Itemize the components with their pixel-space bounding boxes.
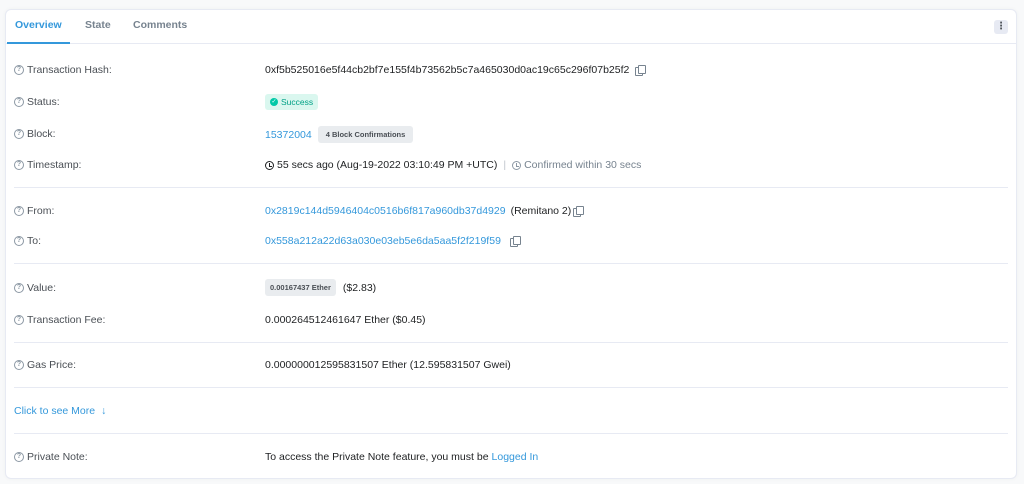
divider [14,342,1008,343]
gas-price-value: 0.000000012595831507 Ether (12.595831507… [265,359,511,371]
tab-state[interactable]: State [85,19,111,31]
transaction-details-card: Overview State Comments ⋮ ? Transaction … [5,9,1017,479]
divider [14,187,1008,188]
help-icon[interactable]: ? [14,129,24,139]
confirmed-within-text: Confirmed within 30 secs [524,159,642,171]
tab-overview[interactable]: Overview [15,19,62,31]
help-icon[interactable]: ? [14,160,24,170]
arrow-down-icon: ↓ [101,405,107,417]
copy-icon[interactable] [635,65,647,76]
timestamp-value: 55 secs ago (Aug-19-2022 03:10:49 PM +UT… [277,159,498,171]
divider [14,387,1008,388]
block-number-link[interactable]: 15372004 [265,129,312,141]
help-icon[interactable]: ? [14,236,24,246]
active-tab-indicator [7,42,70,44]
block-confirmations-badge: 4 Block Confirmations [317,126,414,143]
label-value: Value: [27,282,56,294]
to-address-link[interactable]: 0x558a212a22d63a030e03eb5e6da5aa5f2f219f… [265,235,501,247]
help-icon[interactable]: ? [14,97,24,107]
help-icon[interactable]: ? [14,65,24,75]
tab-comments[interactable]: Comments [133,19,187,31]
tab-bar: Overview State Comments ⋮ [6,10,1016,44]
copy-icon[interactable] [509,236,521,247]
label-gas-price: Gas Price: [27,359,77,371]
help-icon[interactable]: ? [14,206,24,216]
label-transaction-hash: Transaction Hash: [27,64,112,76]
timer-icon [512,160,522,170]
separator: | [503,159,507,171]
clock-icon [265,160,274,170]
logged-in-link[interactable]: Logged In [492,451,539,463]
value-usd: ($2.83) [342,281,377,294]
copy-icon[interactable] [573,206,585,217]
help-icon[interactable]: ? [14,360,24,370]
label-from: From: [27,205,55,217]
label-private-note: Private Note: [27,451,88,463]
value-amount-badge: 0.00167437 Ether [265,279,336,296]
from-address-link[interactable]: 0x2819c144d5946404c0516b6f817a960db37d49… [265,205,506,217]
divider [14,263,1008,264]
label-block: Block: [27,128,56,140]
help-icon[interactable]: ? [14,452,24,462]
label-transaction-fee: Transaction Fee: [27,314,106,326]
help-icon[interactable]: ? [14,283,24,293]
label-to: To: [27,235,42,247]
check-circle-icon: ✓ [270,98,278,106]
more-options-icon[interactable]: ⋮ [994,20,1008,34]
divider [14,433,1008,434]
status-badge: ✓ Success [265,94,319,110]
label-status: Status: [27,96,60,108]
transaction-hash-value: 0xf5b525016e5f44cb2bf7e155f4b73562b5c7a4… [265,64,630,76]
see-more-link[interactable]: Click to see More ↓ [14,405,106,417]
private-note-text: To access the Private Note feature, you … [265,451,489,463]
transaction-fee-value: 0.000264512461647 Ether ($0.45) [265,314,426,326]
help-icon[interactable]: ? [14,315,24,325]
label-timestamp: Timestamp: [27,159,82,171]
from-address-name: (Remitano 2) [510,205,572,217]
